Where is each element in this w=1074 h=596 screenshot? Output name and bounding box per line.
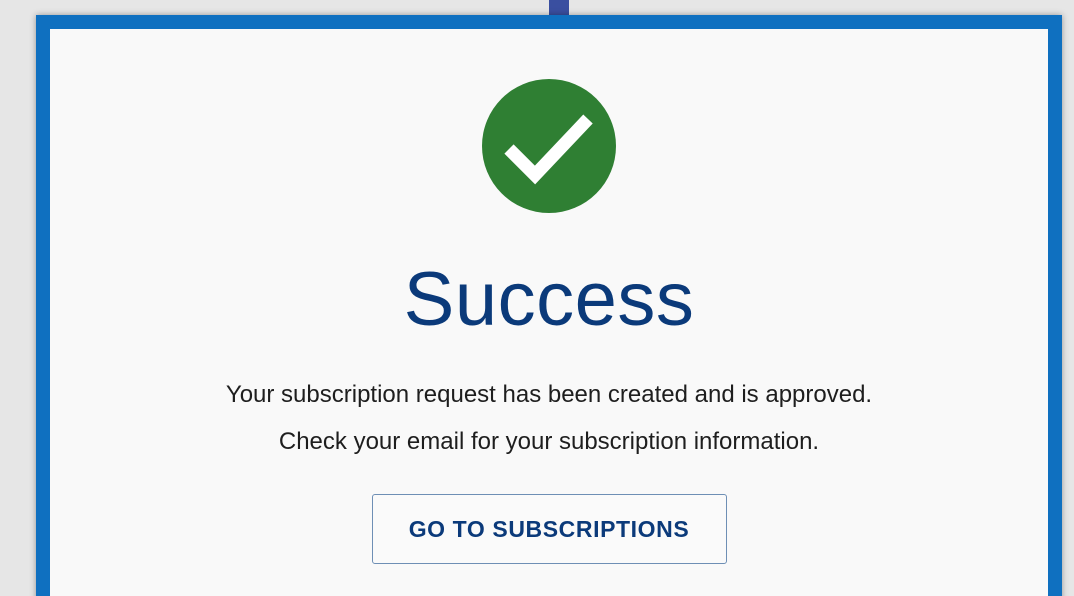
- screen: Success Your subscription request has be…: [0, 0, 1074, 596]
- message-line-2: Check your email for your subscription i…: [278, 428, 820, 455]
- checkmark-icon: [504, 114, 593, 185]
- go-to-subscriptions-button[interactable]: GO TO SUBSCRIPTIONS: [371, 494, 727, 564]
- check-circle-icon: [482, 79, 616, 213]
- dialog-title: Success: [403, 257, 695, 342]
- dialog-content: Success Your subscription request has be…: [50, 29, 1048, 564]
- message-line-1: Your subscription request has been creat…: [225, 381, 873, 408]
- success-dialog: Success Your subscription request has be…: [36, 15, 1062, 596]
